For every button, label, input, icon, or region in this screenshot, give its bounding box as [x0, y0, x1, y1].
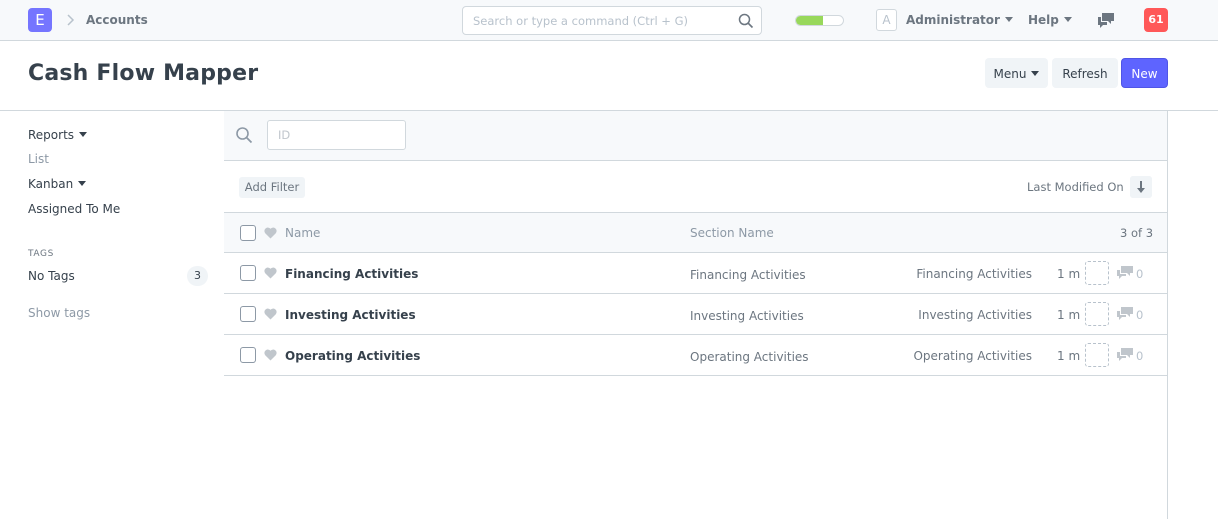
chevron-right-icon: [67, 14, 75, 26]
sort-by-selector[interactable]: Last Modified On: [1027, 180, 1124, 194]
row-checkbox[interactable]: [240, 265, 256, 281]
record-count: 3 of 3: [1120, 226, 1154, 240]
notifications-badge[interactable]: 61: [1144, 8, 1168, 32]
row-assign-avatar[interactable]: [1085, 302, 1109, 326]
setup-progress-bar[interactable]: [795, 15, 844, 26]
sort-order-button[interactable]: [1130, 176, 1152, 198]
row-checkbox[interactable]: [240, 306, 256, 322]
sidebar-item-no-tags[interactable]: No Tags: [28, 269, 75, 283]
column-header-name: Name: [285, 226, 321, 240]
new-button[interactable]: New: [1121, 58, 1168, 88]
user-dropdown[interactable]: Administrator: [906, 13, 1013, 27]
id-filter-input[interactable]: [267, 120, 406, 150]
divider: [224, 375, 1167, 376]
heart-icon[interactable]: [264, 349, 277, 361]
heart-icon[interactable]: [264, 267, 277, 279]
row-comment-count: 0: [1136, 349, 1144, 363]
row-filter-tag[interactable]: Investing Activities: [918, 308, 1032, 322]
sidebar-item-label: Kanban: [28, 177, 74, 191]
caret-down-icon: [1004, 17, 1013, 22]
menu-button[interactable]: Menu: [985, 58, 1048, 88]
add-filter-button[interactable]: Add Filter: [239, 177, 305, 198]
breadcrumb-accounts[interactable]: Accounts: [86, 13, 148, 27]
row-title-link[interactable]: Financing Activities: [285, 267, 418, 281]
search-icon: [236, 127, 253, 144]
tags-heading: TAGS: [28, 249, 54, 259]
menu-label: Menu: [993, 67, 1027, 81]
page-title: Cash Flow Mapper: [28, 61, 259, 86]
sidebar-item-label: Reports: [28, 128, 75, 142]
select-all-checkbox[interactable]: [240, 225, 256, 241]
caret-down-icon: [1031, 71, 1040, 76]
caret-down-icon: [79, 132, 88, 137]
help-label: Help: [1028, 13, 1059, 27]
sidebar-item-assigned-to-me[interactable]: Assigned To Me: [28, 202, 120, 216]
row-comment-count: 0: [1136, 308, 1144, 322]
comment-icon: [1117, 266, 1133, 279]
column-header-section-name: Section Name: [690, 226, 774, 240]
search-icon: [738, 13, 754, 29]
comment-icon: [1117, 348, 1133, 361]
sidebar-item-kanban[interactable]: Kanban: [28, 177, 87, 191]
no-tags-count-badge: 3: [187, 266, 208, 286]
chat-icon[interactable]: [1097, 12, 1115, 29]
sidebar-item-reports[interactable]: Reports: [28, 128, 88, 142]
awesome-bar: [462, 6, 762, 35]
comment-icon: [1117, 307, 1133, 320]
row-section-name: Financing Activities: [690, 268, 806, 282]
help-dropdown[interactable]: Help: [1028, 13, 1072, 27]
row-modified-time: 1 m: [1057, 308, 1081, 322]
row-title-link[interactable]: Investing Activities: [285, 308, 416, 322]
divider: [224, 252, 1167, 253]
row-filter-tag[interactable]: Financing Activities: [916, 267, 1032, 281]
row-section-name: Operating Activities: [690, 350, 809, 364]
divider: [224, 334, 1167, 335]
row-assign-avatar[interactable]: [1085, 261, 1109, 285]
setup-progress-fill: [796, 16, 824, 25]
heart-icon[interactable]: [264, 308, 277, 320]
caret-down-icon: [78, 181, 87, 186]
row-checkbox[interactable]: [240, 347, 256, 363]
search-input[interactable]: [463, 7, 733, 34]
row-assign-avatar[interactable]: [1085, 343, 1109, 367]
heart-icon[interactable]: [264, 227, 277, 239]
divider: [224, 293, 1167, 294]
row-modified-time: 1 m: [1057, 349, 1081, 363]
row-title-link[interactable]: Operating Activities: [285, 349, 420, 363]
user-avatar[interactable]: A: [876, 9, 897, 31]
user-name: Administrator: [906, 13, 1000, 27]
show-tags-link[interactable]: Show tags: [28, 306, 90, 320]
row-comment-count: 0: [1136, 267, 1144, 281]
row-section-name: Investing Activities: [690, 309, 804, 323]
caret-down-icon: [1063, 17, 1072, 22]
row-modified-time: 1 m: [1057, 267, 1081, 281]
sidebar-item-list[interactable]: List: [28, 152, 49, 166]
app-logo[interactable]: E: [28, 8, 52, 32]
row-filter-tag[interactable]: Operating Activities: [913, 349, 1032, 363]
refresh-button[interactable]: Refresh: [1052, 58, 1118, 88]
